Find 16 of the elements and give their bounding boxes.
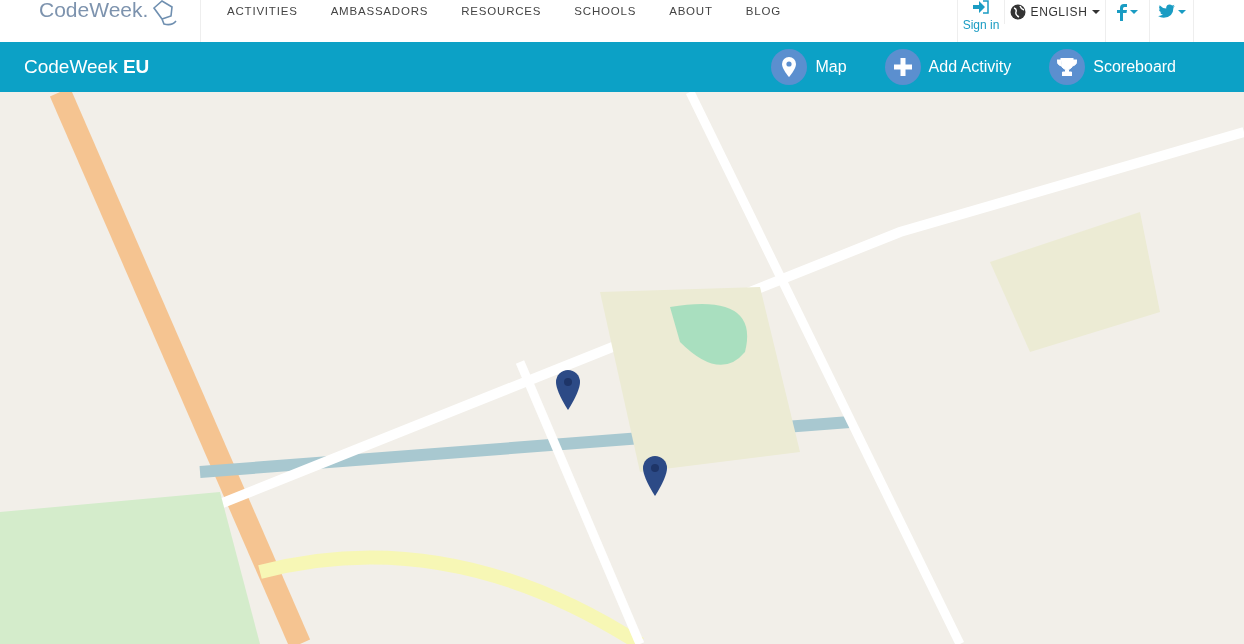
map-marker-icon[interactable] (643, 456, 667, 496)
language-dropdown[interactable]: ENGLISH (1004, 0, 1105, 24)
sign-in-icon (973, 0, 989, 14)
plus-icon (884, 49, 921, 85)
nav-link[interactable]: RESOURCES (461, 0, 542, 17)
nav-link[interactable]: ABOUT (669, 0, 713, 17)
bird-icon (1157, 4, 1175, 19)
globe-icon (1009, 4, 1026, 20)
trophy-icon (1049, 49, 1086, 85)
facebook-icon (1117, 4, 1127, 21)
map-marker-icon[interactable] (556, 370, 580, 410)
map-pin-icon (771, 49, 808, 85)
nav-link[interactable]: AMBASSADORS (330, 0, 429, 17)
nav-link[interactable]: SCHOOLS (574, 0, 637, 17)
nav-link[interactable]: ACTIVITIES (227, 0, 298, 17)
nav-link[interactable]: BLOG (745, 0, 781, 17)
